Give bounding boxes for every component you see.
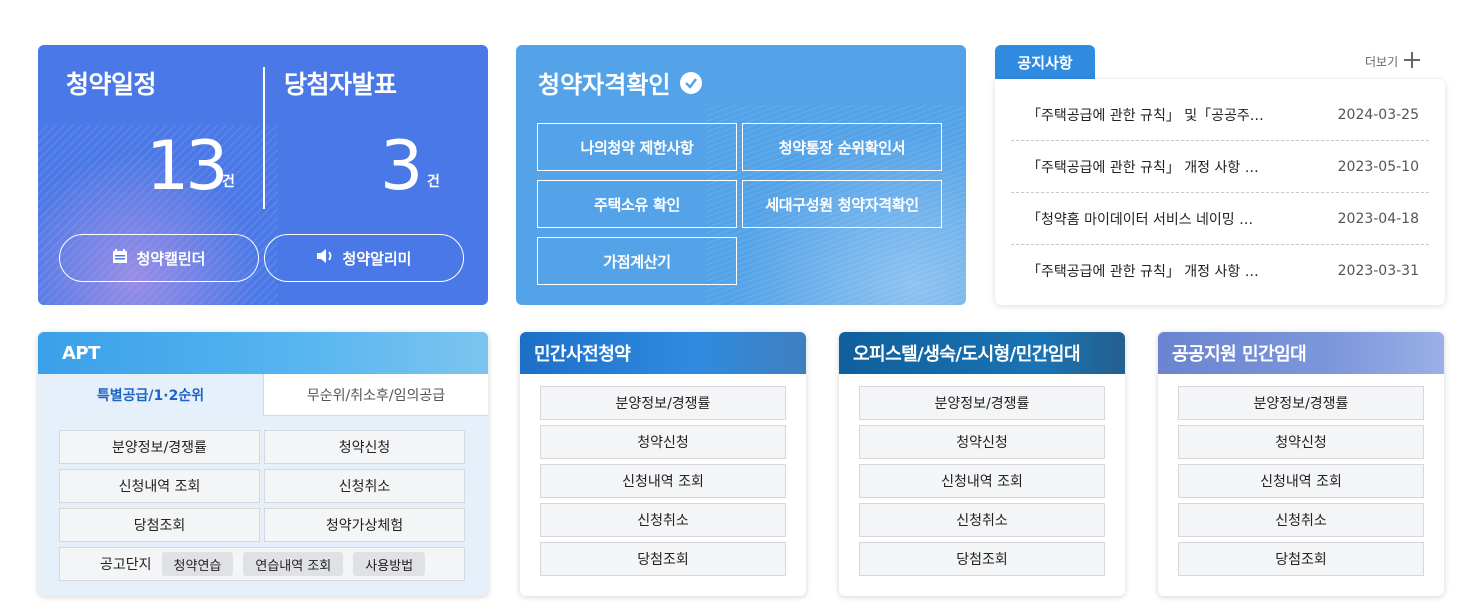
cancel-application-button[interactable]: 신청취소: [264, 469, 465, 503]
application-history-button[interactable]: 신청내역 조회: [859, 464, 1105, 498]
house-ownership-button[interactable]: 주택소유 확인: [537, 180, 737, 228]
check-circle-icon: [680, 71, 703, 94]
winner-check-button[interactable]: 당첨조회: [59, 508, 260, 542]
presale-card: 민간사전청약 분양정보/경쟁률 청약신청 신청내역 조회 신청취소 당첨조회: [520, 332, 806, 596]
cancel-application-button[interactable]: 신청취소: [1178, 503, 1424, 537]
notice-tab[interactable]: 공지사항: [995, 45, 1095, 80]
my-restrictions-button[interactable]: 나의청약 제한사항: [537, 123, 737, 171]
notice-title: 「주택공급에 관한 규칙」 개정 사항 …: [1027, 264, 1259, 280]
application-history-button[interactable]: 신청내역 조회: [59, 469, 260, 503]
qualification-title-text: 청약자격확인: [538, 71, 671, 99]
score-calculator-button[interactable]: 가점계산기: [537, 237, 737, 285]
divider: [263, 67, 265, 209]
notice-item[interactable]: 「주택공급에 관한 규칙」 개정 사항 … 2023-05-10: [1011, 141, 1429, 193]
qualification-title: 청약자격확인: [538, 65, 703, 100]
winner-check-button[interactable]: 당첨조회: [540, 542, 786, 576]
public-rental-title: 공공지원 민간임대: [1158, 332, 1444, 374]
notice-date: 2023-04-18: [1337, 210, 1419, 227]
tab-unranked-supply[interactable]: 무순위/취소후/임의공급: [263, 374, 488, 416]
schedule-count[interactable]: 13: [146, 133, 229, 201]
schedule-card: 청약일정 13 건 당첨자발표 3 건 청약캘린더 청약알리미: [38, 45, 488, 305]
sale-info-button[interactable]: 분양정보/경쟁률: [859, 386, 1105, 420]
schedule-unit: 건: [222, 174, 235, 190]
notice-title: 「주택공급에 관한 규칙」 개정 사항 …: [1027, 159, 1259, 176]
notice-item[interactable]: 「청약홈 마이데이터 서비스 네이밍 … 2023-04-18: [1011, 193, 1429, 245]
sale-info-button[interactable]: 분양정보/경쟁률: [1178, 386, 1424, 420]
apply-button[interactable]: 청약신청: [1178, 425, 1424, 459]
notice-date: 2024-03-25: [1337, 106, 1419, 123]
usage-guide-button[interactable]: 사용방법: [353, 552, 426, 576]
winner-count[interactable]: 3: [380, 133, 423, 201]
notice-item[interactable]: 「주택공급에 관한 규칙」 개정 사항 … 2023-03-31: [1011, 245, 1429, 297]
calendar-button[interactable]: 청약캘린더: [59, 234, 259, 282]
officetel-card: 오피스텔/생숙/도시형/민간임대 분양정보/경쟁률 청약신청 신청내역 조회 신…: [839, 332, 1125, 596]
calendar-button-label: 청약캘린더: [136, 249, 206, 268]
tab-special-supply[interactable]: 특별공급/1·2순위: [38, 374, 263, 416]
apply-button[interactable]: 청약신청: [859, 425, 1105, 459]
notice-date: 2023-05-10: [1337, 158, 1419, 175]
account-rank-button[interactable]: 청약통장 순위확인서: [742, 123, 942, 171]
apply-button[interactable]: 청약신청: [264, 430, 465, 464]
calendar-icon: [112, 248, 128, 268]
sale-info-button[interactable]: 분양정보/경쟁률: [540, 386, 786, 420]
public-rental-card: 공공지원 민간임대 분양정보/경쟁률 청약신청 신청내역 조회 신청취소 당첨조…: [1158, 332, 1444, 596]
practice-row: 공고단지 청약연습 연습내역 조회 사용방법: [59, 547, 465, 581]
virtual-experience-button[interactable]: 청약가상체험: [264, 508, 465, 542]
schedule-title[interactable]: 청약일정: [66, 65, 157, 101]
cancel-application-button[interactable]: 신청취소: [540, 503, 786, 537]
winner-announce-title[interactable]: 당첨자발표: [284, 65, 397, 101]
alarm-button[interactable]: 청약알리미: [264, 234, 464, 282]
notice-title: 「청약홈 마이데이터 서비스 네이밍 …: [1027, 211, 1254, 228]
notice-title: 「주택공급에 관한 규칙」 및「공공주…: [1027, 107, 1264, 124]
alarm-button-label: 청약알리미: [342, 249, 412, 268]
application-history-button[interactable]: 신청내역 조회: [540, 464, 786, 498]
plus-icon: [1404, 52, 1421, 71]
speaker-icon: [316, 248, 334, 268]
winner-unit: 건: [427, 174, 440, 190]
application-history-button[interactable]: 신청내역 조회: [1178, 464, 1424, 498]
more-label: 더보기: [1365, 55, 1399, 69]
practice-label: 공고단지: [100, 557, 152, 573]
household-qualify-button[interactable]: 세대구성원 청약자격확인: [742, 180, 942, 228]
presale-title: 민간사전청약: [520, 332, 806, 374]
notice-item[interactable]: 「주택공급에 관한 규칙」 및「공공주… 2024-03-25: [1011, 89, 1429, 141]
winner-check-button[interactable]: 당첨조회: [1178, 542, 1424, 576]
apply-button[interactable]: 청약신청: [540, 425, 786, 459]
notice-list: 「주택공급에 관한 규칙」 및「공공주… 2024-03-25 「주택공급에 관…: [995, 79, 1445, 305]
cancel-application-button[interactable]: 신청취소: [859, 503, 1105, 537]
winner-check-button[interactable]: 당첨조회: [859, 542, 1105, 576]
apt-card: APT 특별공급/1·2순위 무순위/취소후/임의공급 분양정보/경쟁률 청약신…: [38, 332, 488, 596]
apt-title: APT: [38, 332, 488, 374]
practice-history-button[interactable]: 연습내역 조회: [243, 552, 344, 576]
more-link[interactable]: 더보기: [1365, 52, 1421, 71]
notice-date: 2023-03-31: [1337, 263, 1419, 279]
qualification-card: 청약자격확인 나의청약 제한사항 청약통장 순위확인서 주택소유 확인 세대구성…: [516, 45, 966, 305]
practice-button[interactable]: 청약연습: [161, 552, 234, 576]
sale-info-button[interactable]: 분양정보/경쟁률: [59, 430, 260, 464]
officetel-title: 오피스텔/생숙/도시형/민간임대: [839, 332, 1125, 374]
